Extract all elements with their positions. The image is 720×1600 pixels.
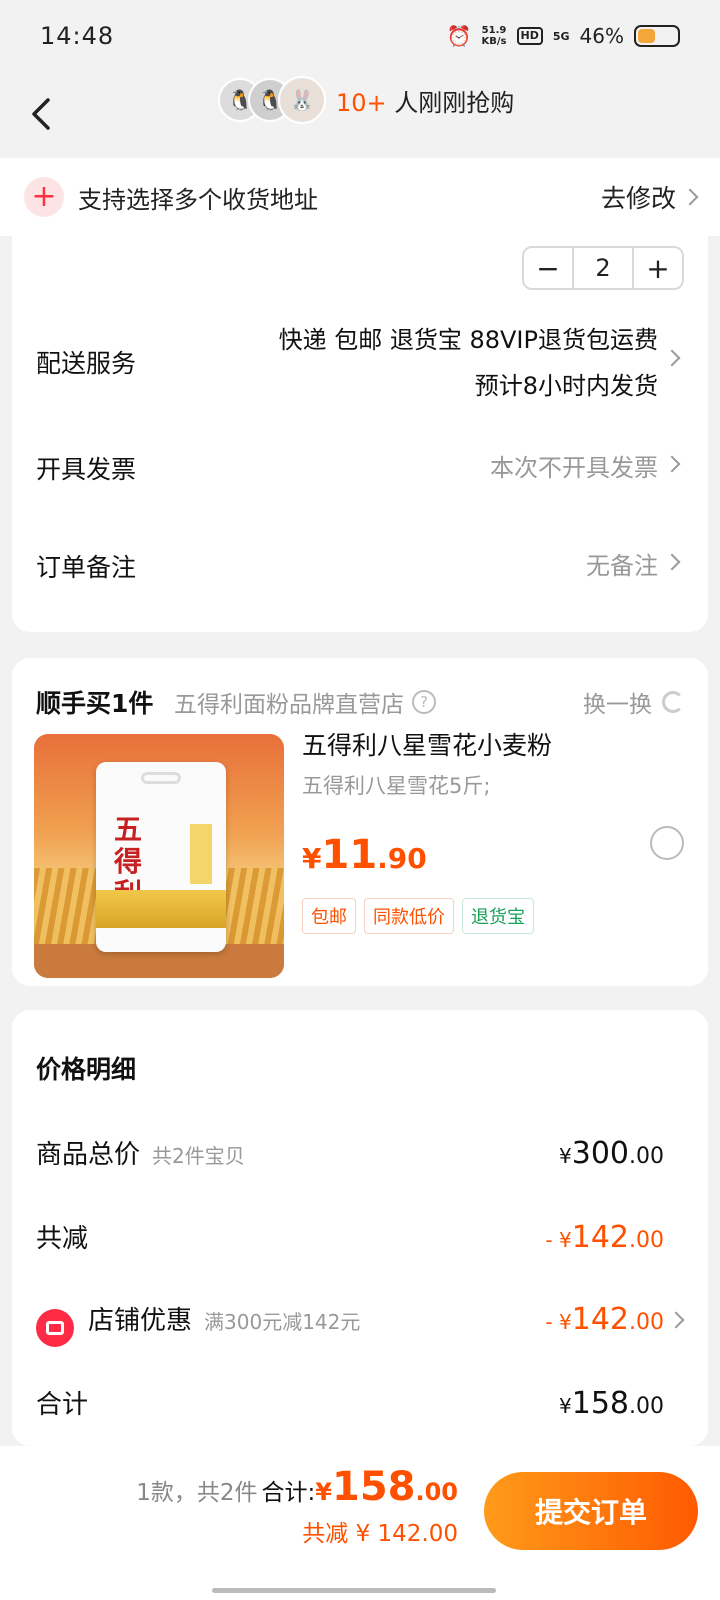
- shop-discount-amount: - ¥142.00: [545, 1302, 664, 1337]
- checkout-bar: 1款，共2件 合计: ¥158.00 共减 ¥ 142.00 提交订单: [0, 1446, 720, 1600]
- checkout-total: 1款，共2件 合计: ¥158.00: [136, 1464, 458, 1510]
- increase-button[interactable]: +: [634, 248, 682, 288]
- addon-title: 顺手买1件: [36, 689, 154, 718]
- delivery-line1: 快递 包邮 退货宝 88VIP退货包运费: [278, 326, 658, 354]
- delivery-line2: 预计8小时内发货: [474, 372, 658, 400]
- edit-address-link[interactable]: 去修改: [601, 179, 699, 215]
- tag-return-insurance: 退货宝: [462, 898, 534, 934]
- buyer-avatar: 🐰: [278, 76, 326, 124]
- remark-value: 无备注: [586, 552, 658, 580]
- battery-percent: 46%: [579, 24, 624, 48]
- chevron-right-icon: [681, 188, 699, 206]
- order-options-card: − 2 + 配送服务 快递 包邮 退货宝 88VIP退货包运费 预计8小时内发货…: [12, 236, 708, 632]
- goods-total-amount: ¥300.00: [559, 1136, 664, 1171]
- refresh-icon: [662, 691, 684, 713]
- price-detail-card: 价格明细 商品总价 共2件宝贝 ¥300.00 共减 - ¥142.00 店铺优…: [12, 1010, 708, 1446]
- home-indicator[interactable]: [212, 1588, 496, 1593]
- addon-product-spec: 五得利八星雪花5斤;: [302, 774, 491, 798]
- recent-buyers: 🐧 🐧 🐰 10+ 人刚刚抢购: [218, 76, 514, 124]
- multi-address-text: 支持选择多个收货地址: [78, 185, 318, 214]
- multi-address-bar[interactable]: + 支持选择多个收货地址 去修改: [0, 158, 720, 236]
- total-label: 合计:: [261, 1480, 316, 1506]
- price-detail-title: 价格明细: [36, 1055, 137, 1084]
- submit-order-button[interactable]: 提交订单: [484, 1472, 698, 1550]
- net-speed: 51.9 KB/s: [481, 25, 507, 47]
- addon-store: 五得利面粉品牌直营店?: [174, 685, 436, 719]
- page-header: 🐧 🐧 🐰 10+ 人刚刚抢购: [0, 72, 720, 158]
- quantity-stepper: − 2 +: [522, 246, 684, 290]
- quantity-value[interactable]: 2: [572, 248, 634, 288]
- addon-product-name[interactable]: 五得利八星雪花小麦粉: [302, 726, 552, 762]
- plus-icon: +: [24, 177, 64, 217]
- addon-select-radio[interactable]: [650, 826, 684, 860]
- addon-card: 顺手买1件 五得利面粉品牌直营店? 换一换 五得利 五得利八星雪花小麦粉 五得利…: [12, 658, 708, 986]
- tag-free-shipping: 包邮: [302, 898, 356, 934]
- chevron-right-icon: [663, 455, 681, 473]
- invoice-label: 开具发票: [36, 455, 137, 484]
- chevron-right-icon: [663, 349, 681, 367]
- addon-tags: 包邮 同款低价 退货宝: [302, 898, 534, 934]
- saved-amount: 共减 ¥ 142.00: [302, 1521, 458, 1547]
- chevron-right-icon: [663, 553, 681, 571]
- back-icon[interactable]: [26, 94, 56, 134]
- invoice-value: 本次不开具发票: [490, 454, 658, 482]
- alarm-icon: ⏰: [446, 24, 472, 48]
- sum-amount: ¥158.00: [559, 1386, 664, 1421]
- discount-amount: - ¥142.00: [545, 1220, 664, 1255]
- hd-icon: HD: [516, 27, 543, 45]
- buyers-text: 10+ 人刚刚抢购: [336, 88, 515, 117]
- chevron-right-icon: [667, 1311, 685, 1329]
- tag-low-price: 同款低价: [364, 898, 454, 934]
- status-icons: ⏰ 51.9 KB/s HD 5G 46%: [447, 24, 680, 48]
- sum-row: 合计 ¥158.00: [36, 1386, 664, 1421]
- battery-icon: [634, 25, 680, 47]
- help-icon[interactable]: ?: [412, 690, 436, 714]
- flour-bag: 五得利: [96, 762, 226, 952]
- swap-button[interactable]: 换一换: [583, 685, 684, 719]
- status-bar: 14:48 ⏰ 51.9 KB/s HD 5G 46%: [0, 0, 720, 72]
- product-image[interactable]: 五得利: [34, 734, 284, 978]
- shop-icon: [36, 1309, 74, 1347]
- remark-label: 订单备注: [36, 553, 137, 582]
- signal-icon: 5G: [552, 29, 570, 43]
- delivery-label: 配送服务: [36, 349, 137, 378]
- shop-discount-row[interactable]: 店铺优惠 满300元减142元 - ¥142.00: [36, 1300, 664, 1347]
- discount-row: 共减 - ¥142.00: [36, 1220, 664, 1255]
- goods-total-row: 商品总价 共2件宝贝 ¥300.00: [36, 1136, 664, 1171]
- addon-product-price: ¥11.90: [302, 832, 427, 878]
- item-count: 1款，共2件: [136, 1480, 258, 1506]
- decrease-button[interactable]: −: [524, 248, 572, 288]
- status-time: 14:48: [40, 22, 115, 50]
- total-price: ¥158.00: [315, 1464, 458, 1510]
